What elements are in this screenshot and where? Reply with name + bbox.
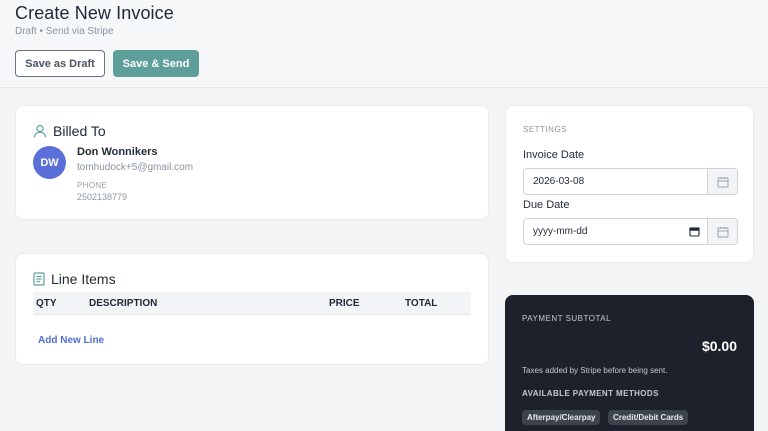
line-items-title: Line Items bbox=[51, 271, 116, 287]
tax-note: Taxes added by Stripe before being sent. bbox=[522, 366, 668, 375]
document-icon bbox=[33, 272, 45, 286]
line-items-table-header: QTY DESCRIPTION PRICE TOTAL bbox=[33, 292, 471, 315]
calendar-icon[interactable] bbox=[707, 219, 737, 244]
customer-email: tomhudock+5@gmail.com bbox=[77, 162, 194, 173]
page-header: Create New Invoice Draft • Send via Stri… bbox=[0, 0, 768, 88]
column-header-total: TOTAL bbox=[405, 298, 438, 309]
invoice-date-input[interactable]: 2026-03-08 bbox=[524, 169, 707, 194]
column-header-description: DESCRIPTION bbox=[89, 298, 158, 309]
payment-method-badge: Afterpay/Clearpay bbox=[522, 410, 601, 425]
payment-methods-label: AVAILABLE PAYMENT METHODS bbox=[522, 389, 659, 398]
save-as-draft-button[interactable]: Save as Draft bbox=[15, 50, 105, 77]
billed-to-card: Billed To DW Don Wonnikers tomhudock+5@g… bbox=[15, 105, 489, 220]
customer-phone: 2502138779 bbox=[77, 192, 128, 202]
add-new-line-link[interactable]: Add New Line bbox=[38, 335, 104, 346]
save-and-send-button[interactable]: Save & Send bbox=[113, 50, 199, 77]
payment-method-badge: Credit/Debit Cards bbox=[608, 410, 689, 425]
payment-summary-card: PAYMENT SUBTOTAL $0.00 Taxes added by St… bbox=[505, 295, 754, 431]
due-date-input[interactable]: yyyy-mm-dd bbox=[524, 219, 707, 244]
invoice-date-field[interactable]: 2026-03-08 bbox=[523, 168, 738, 195]
page-subtitle: Draft • Send via Stripe bbox=[15, 26, 114, 37]
due-date-label: Due Date bbox=[523, 199, 570, 211]
payment-subtotal-label: PAYMENT SUBTOTAL bbox=[522, 314, 612, 323]
customer-name: Don Wonnikers bbox=[77, 146, 158, 158]
payment-subtotal-amount: $0.00 bbox=[701, 338, 737, 354]
page-title: Create New Invoice bbox=[15, 3, 174, 23]
billed-to-header: Billed To bbox=[33, 123, 106, 139]
line-items-header: Line Items bbox=[33, 271, 116, 287]
settings-title: SETTINGS bbox=[523, 125, 568, 134]
calendar-icon[interactable] bbox=[707, 169, 737, 194]
billed-to-title: Billed To bbox=[53, 123, 106, 139]
column-header-qty: QTY bbox=[36, 298, 57, 309]
line-items-card: Line Items QTY DESCRIPTION PRICE TOTAL A… bbox=[15, 253, 489, 365]
phone-label: PHONE bbox=[77, 181, 107, 190]
avatar: DW bbox=[33, 146, 66, 179]
invoice-date-label: Invoice Date bbox=[523, 149, 585, 161]
due-date-field[interactable]: yyyy-mm-dd bbox=[523, 218, 738, 245]
date-picker-icon[interactable] bbox=[689, 226, 700, 240]
due-date-placeholder: yyyy-mm-dd bbox=[533, 226, 588, 237]
column-header-price: PRICE bbox=[329, 298, 360, 309]
user-icon bbox=[33, 124, 47, 138]
settings-card: SETTINGS Invoice Date 2026-03-08 Due Dat… bbox=[505, 105, 754, 263]
